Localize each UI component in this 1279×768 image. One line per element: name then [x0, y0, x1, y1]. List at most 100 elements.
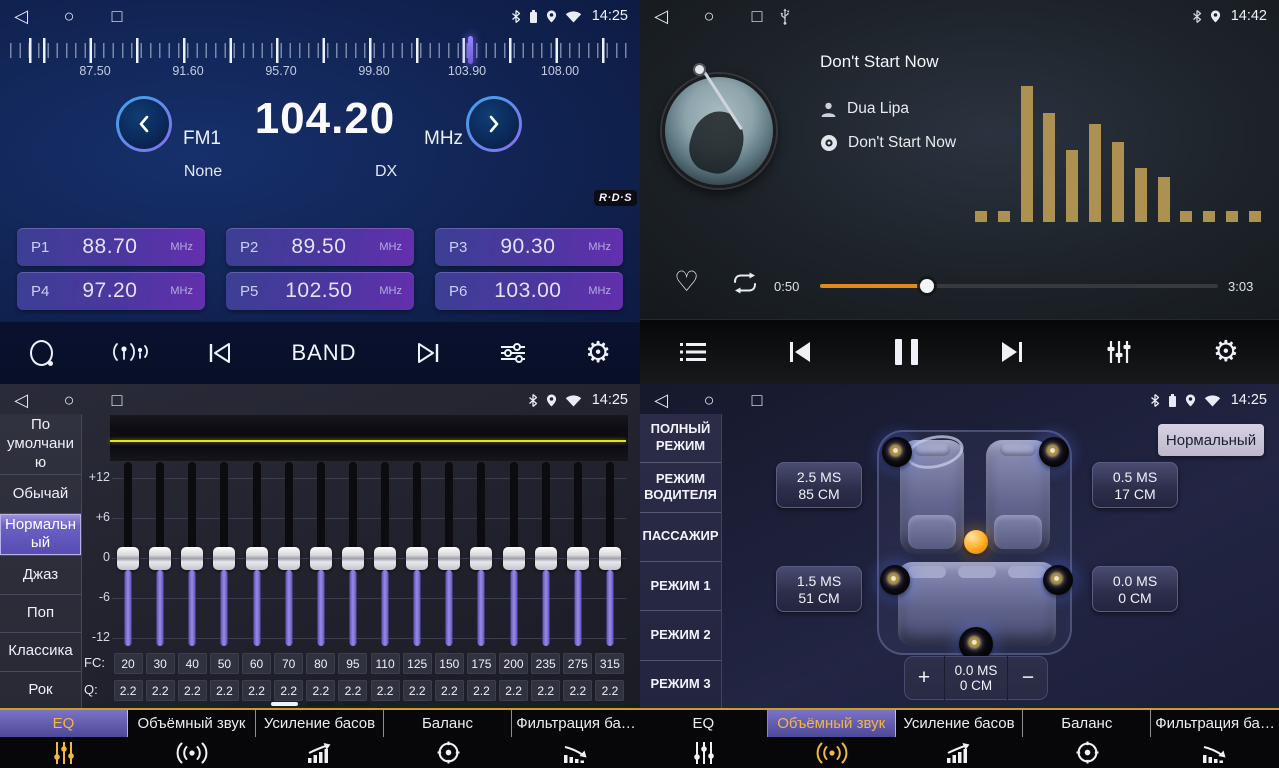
- recents-icon[interactable]: □: [108, 390, 126, 411]
- slider-knob[interactable]: [438, 547, 460, 570]
- slider-knob[interactable]: [567, 547, 589, 570]
- fc-value[interactable]: 30: [146, 653, 175, 674]
- slider-knob[interactable]: [599, 547, 621, 570]
- eq-band-slider[interactable]: [433, 462, 465, 650]
- q-value[interactable]: 2.2: [242, 680, 271, 701]
- home-icon[interactable]: ○: [700, 6, 718, 27]
- equalizer-button[interactable]: [1106, 339, 1132, 365]
- eq-preset-item[interactable]: Нормальный: [0, 514, 81, 557]
- slider-knob[interactable]: [213, 547, 235, 570]
- tab-balance[interactable]: Баланс: [1023, 710, 1151, 768]
- q-value[interactable]: 2.2: [595, 680, 624, 701]
- fc-value[interactable]: 150: [435, 653, 464, 674]
- eq-band-slider[interactable]: [273, 462, 305, 650]
- fc-value[interactable]: 70: [274, 653, 303, 674]
- q-value[interactable]: 2.2: [531, 680, 560, 701]
- fc-value[interactable]: 20: [114, 653, 143, 674]
- fc-value[interactable]: 275: [563, 653, 592, 674]
- back-icon[interactable]: ◁: [12, 390, 30, 411]
- pause-button[interactable]: [895, 339, 918, 365]
- fc-value[interactable]: 175: [467, 653, 496, 674]
- eq-band-slider[interactable]: [144, 462, 176, 650]
- preset-button[interactable]: P5 102.50 MHz: [226, 272, 414, 310]
- tab-surround[interactable]: Объёмный звук: [768, 710, 896, 768]
- slider-knob[interactable]: [342, 547, 364, 570]
- fc-value[interactable]: 110: [371, 653, 400, 674]
- q-value[interactable]: 2.2: [178, 680, 207, 701]
- fc-value[interactable]: 80: [306, 653, 335, 674]
- slider-knob[interactable]: [278, 547, 300, 570]
- slider-knob[interactable]: [470, 547, 492, 570]
- tab-bass-boost[interactable]: Усиление басов: [256, 710, 384, 768]
- favorite-button[interactable]: ♡: [674, 268, 699, 296]
- position-mode-item[interactable]: РЕЖИМ 3: [640, 661, 721, 710]
- position-mode-item[interactable]: РЕЖИМ 2: [640, 611, 721, 660]
- q-value[interactable]: 2.2: [371, 680, 400, 701]
- dx-mode[interactable]: DX: [375, 163, 397, 181]
- eq-band-slider[interactable]: [305, 462, 337, 650]
- eq-preset-item[interactable]: Поп: [0, 595, 81, 633]
- q-value[interactable]: 2.2: [467, 680, 496, 701]
- rear-left-speaker[interactable]: [880, 565, 910, 595]
- eq-preset-item[interactable]: Классика: [0, 633, 81, 671]
- eq-band-slider[interactable]: [465, 462, 497, 650]
- preset-button[interactable]: P1 88.70 MHz: [17, 228, 205, 266]
- front-right-delay[interactable]: 0.5 MS 17 CM: [1092, 462, 1178, 508]
- back-icon[interactable]: ◁: [652, 6, 670, 27]
- frequency-dial[interactable]: [10, 36, 630, 64]
- settings-button[interactable]: ⚙: [585, 339, 611, 368]
- front-left-speaker[interactable]: [882, 437, 912, 467]
- eq-band-slider[interactable]: [241, 462, 273, 650]
- eq-band-slider[interactable]: [369, 462, 401, 650]
- tab-eq[interactable]: EQ: [640, 710, 768, 768]
- fc-value[interactable]: 200: [499, 653, 528, 674]
- home-icon[interactable]: ○: [700, 390, 718, 411]
- dial-pointer[interactable]: [468, 36, 473, 64]
- recents-icon[interactable]: □: [108, 6, 126, 27]
- q-value[interactable]: 2.2: [210, 680, 239, 701]
- q-value[interactable]: 2.2: [499, 680, 528, 701]
- band-button[interactable]: BAND: [291, 340, 356, 366]
- position-mode-item[interactable]: ПОЛНЫЙ РЕЖИМ: [640, 414, 721, 463]
- fc-value[interactable]: 235: [531, 653, 560, 674]
- eq-preset-item[interactable]: Джаз: [0, 556, 81, 594]
- tune-up-button[interactable]: [466, 96, 522, 152]
- album-art[interactable]: [662, 74, 776, 188]
- home-icon[interactable]: ○: [60, 6, 78, 27]
- tab-subsonic-filter[interactable]: Фильтрация ба…: [1151, 710, 1279, 768]
- repeat-button[interactable]: [730, 272, 760, 294]
- seek-previous-button[interactable]: [207, 341, 233, 365]
- preset-button[interactable]: P3 90.30 MHz: [435, 228, 623, 266]
- slider-knob[interactable]: [406, 547, 428, 570]
- fc-value[interactable]: 315: [595, 653, 624, 674]
- q-value[interactable]: 2.2: [338, 680, 367, 701]
- progress-knob[interactable]: [920, 279, 934, 293]
- previous-track-button[interactable]: [786, 339, 814, 365]
- slider-knob[interactable]: [535, 547, 557, 570]
- slider-knob[interactable]: [246, 547, 268, 570]
- slider-knob[interactable]: [117, 547, 139, 570]
- front-right-speaker[interactable]: [1039, 437, 1069, 467]
- eq-band-slider[interactable]: [176, 462, 208, 650]
- eq-band-slider[interactable]: [208, 462, 240, 650]
- slider-knob[interactable]: [374, 547, 396, 570]
- preset-button[interactable]: P4 97.20 MHz: [17, 272, 205, 310]
- q-value[interactable]: 2.2: [146, 680, 175, 701]
- position-mode-item[interactable]: РЕЖИМ ВОДИТЕЛЯ: [640, 463, 721, 512]
- progress-bar[interactable]: [820, 284, 1218, 288]
- eq-band-slider[interactable]: [112, 462, 144, 650]
- q-value[interactable]: 2.2: [435, 680, 464, 701]
- playlist-button[interactable]: [680, 341, 706, 363]
- preset-button[interactable]: P6 103.00 MHz: [435, 272, 623, 310]
- back-icon[interactable]: ◁: [652, 390, 670, 411]
- eq-band-slider[interactable]: [530, 462, 562, 650]
- preset-button[interactable]: P2 89.50 MHz: [226, 228, 414, 266]
- increase-button[interactable]: +: [904, 656, 944, 700]
- slider-knob[interactable]: [503, 547, 525, 570]
- tab-eq[interactable]: EQ: [0, 710, 128, 768]
- recents-icon[interactable]: □: [748, 390, 766, 411]
- next-track-button[interactable]: [998, 339, 1026, 365]
- eq-preset-item[interactable]: По умолчанию: [0, 414, 81, 475]
- tab-bass-boost[interactable]: Усиление басов: [896, 710, 1024, 768]
- tab-balance[interactable]: Баланс: [384, 710, 512, 768]
